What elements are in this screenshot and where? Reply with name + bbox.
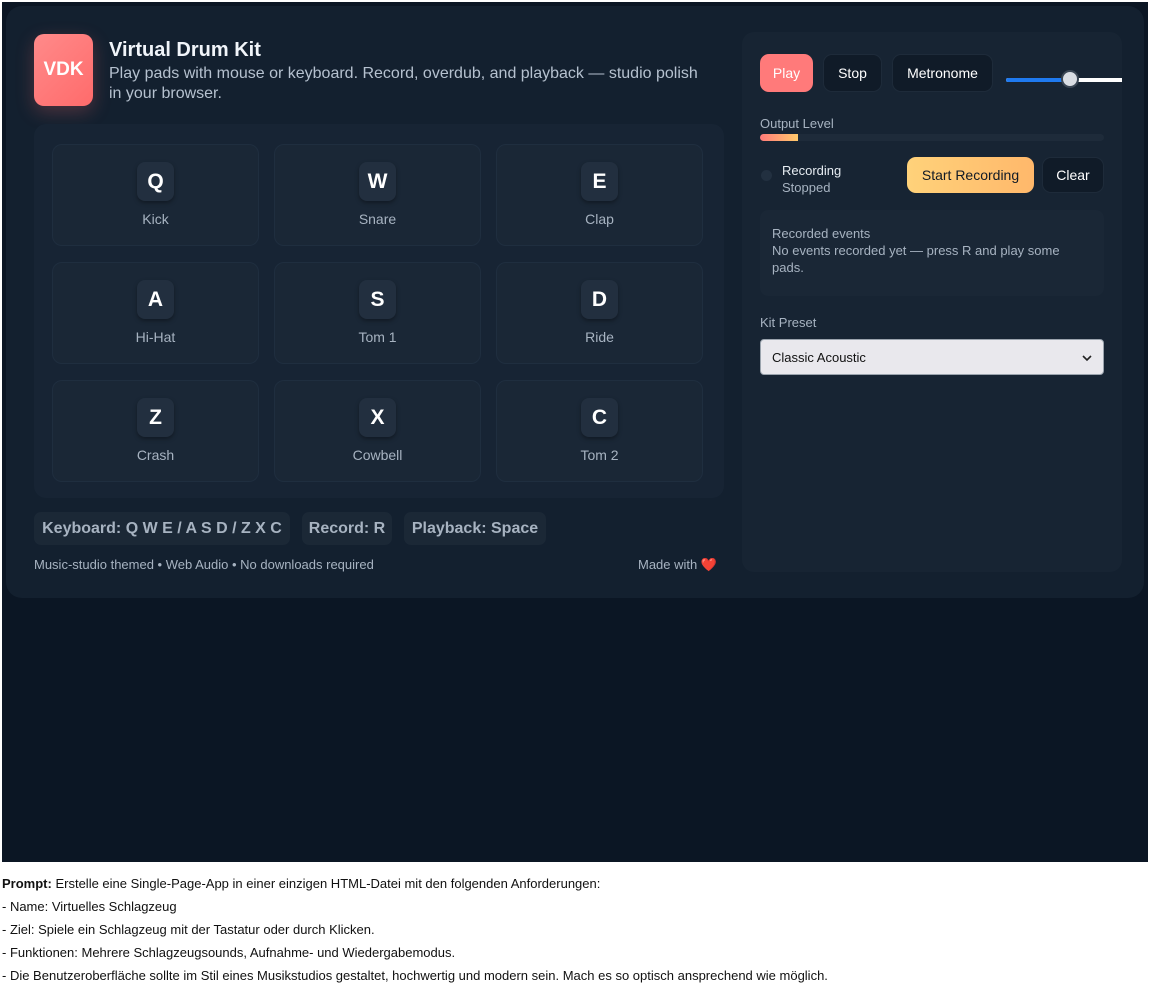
recording-status: Stopped [782, 180, 831, 195]
pad-hi-hat[interactable]: A Hi-Hat [52, 262, 259, 364]
pad-key: Q [137, 162, 174, 201]
recorded-events-panel: Recorded events No events recorded yet —… [760, 210, 1104, 296]
kit-preset-value: Classic Acoustic [772, 349, 866, 365]
pad-label: Cowbell [352, 447, 403, 463]
pad-grid: Q Kick W Snare E Clap A Hi-Hat S Tom 1 D [34, 124, 724, 498]
pad-label: Clap [585, 211, 614, 227]
kit-preset-label: Kit Preset [760, 315, 817, 330]
pad-key: C [581, 398, 618, 437]
footer-made-with: Made with ❤️ [638, 557, 718, 572]
pad-label: Kick [142, 211, 169, 227]
pad-key: A [137, 280, 174, 319]
output-level-fill [760, 134, 798, 141]
pad-label: Tom 2 [580, 447, 619, 463]
pad-crash[interactable]: Z Crash [52, 380, 259, 482]
pad-label: Hi-Hat [135, 329, 176, 345]
playback-shortcut-chip: Playback: Space [404, 512, 546, 545]
keyboard-shortcut-chip: Keyboard: Q W E / A S D / Z X C [34, 512, 290, 545]
prompt-caption: Prompt: Erstelle eine Single-Page-App in… [2, 872, 1142, 987]
prompt-line: - Funktionen: Mehrere Schlagzeugsounds, … [2, 945, 456, 960]
page-subtitle: Play pads with mouse or keyboard. Record… [109, 65, 698, 102]
pad-key: X [359, 398, 396, 437]
tempo-slider-handle[interactable] [1061, 70, 1079, 88]
prompt-label: Prompt: [2, 876, 52, 891]
clear-button[interactable]: Clear [1042, 157, 1104, 193]
record-shortcut-chip: Record: R [302, 512, 392, 545]
prompt-line: - Ziel: Spiele ein Schlagzeug mit der Ta… [2, 922, 375, 937]
output-level-meter [760, 134, 1104, 141]
pad-key: Z [137, 398, 174, 437]
app-window: VDK Virtual Drum Kit Play pads with mous… [2, 2, 1148, 862]
pad-key: S [359, 280, 396, 319]
app-logo: VDK [34, 34, 93, 106]
prompt-text: Erstelle eine Single-Page-App in einer e… [55, 876, 601, 891]
main-card: VDK Virtual Drum Kit Play pads with mous… [6, 6, 1144, 598]
recording-title: Recording [782, 163, 842, 178]
tempo-slider-fill [1006, 78, 1068, 82]
page-title: Virtual Drum Kit [109, 39, 261, 61]
pad-key: D [581, 280, 618, 319]
pad-ride[interactable]: D Ride [496, 262, 703, 364]
pad-key: E [581, 162, 618, 201]
pad-tom-2[interactable]: C Tom 2 [496, 380, 703, 482]
start-recording-button[interactable]: Start Recording [907, 157, 1034, 193]
pad-kick[interactable]: Q Kick [52, 144, 259, 246]
pad-label: Tom 1 [358, 329, 397, 345]
footer-info: Music-studio themed • Web Audio • No dow… [34, 557, 374, 572]
kit-preset-select[interactable]: Classic Acoustic [760, 339, 1104, 375]
pad-tom-1[interactable]: S Tom 1 [274, 262, 481, 364]
prompt-line: - Name: Virtuelles Schlagzeug [2, 899, 177, 914]
recorded-events-empty: No events recorded yet — press R and pla… [772, 243, 1060, 275]
stop-button[interactable]: Stop [823, 54, 882, 92]
pad-key: W [359, 162, 396, 201]
recorded-events-title: Recorded events [772, 226, 871, 241]
pad-label: Ride [585, 329, 614, 345]
output-level-label: Output Level [760, 116, 834, 131]
pad-cowbell[interactable]: X Cowbell [274, 380, 481, 482]
pad-clap[interactable]: E Clap [496, 144, 703, 246]
pad-label: Snare [358, 211, 397, 227]
metronome-button[interactable]: Metronome [892, 54, 993, 92]
play-button[interactable]: Play [760, 54, 813, 92]
recording-indicator-dot [761, 170, 772, 181]
pad-snare[interactable]: W Snare [274, 144, 481, 246]
chevron-down-icon [1082, 350, 1092, 365]
pad-label: Crash [136, 447, 175, 463]
control-panel: Play Stop Metronome Output Level Recordi… [742, 32, 1122, 572]
